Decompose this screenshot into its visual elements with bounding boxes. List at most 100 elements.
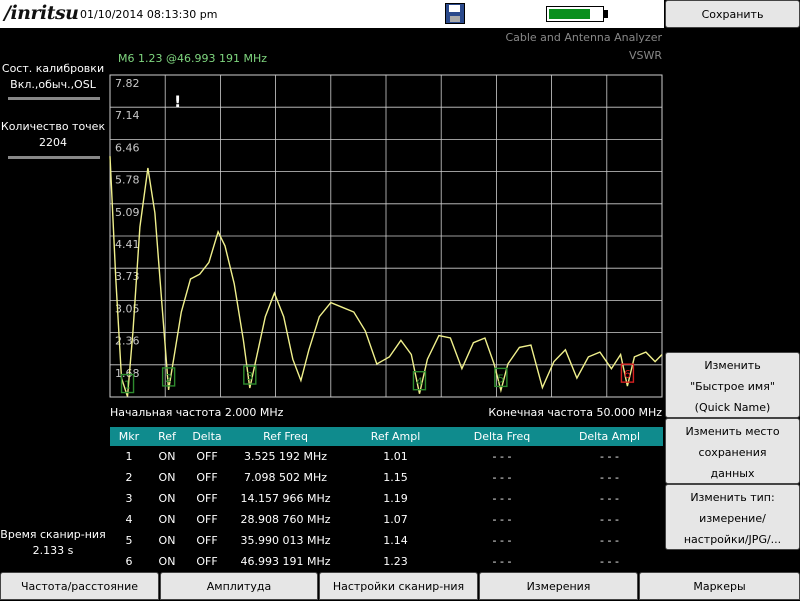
marker-3-label: 3 [246,370,253,383]
table-cell: 7.098 502 MHz [243,471,327,484]
change-save-location-button[interactable]: Изменить место сохранения данных [665,418,800,484]
table-cell: OFF [196,513,218,526]
marker-4-label: 4 [416,376,423,389]
y-tick-label: 7.14 [115,109,140,122]
table-row[interactable]: 5 ON OFF 35.990 013 MHz 1.14 - - - - - - [110,530,663,551]
table-cell: - - - [600,534,619,547]
table-cell: - - - [600,450,619,463]
tab-measurements[interactable]: Измерения [479,572,638,600]
table-cell: ON [158,471,176,484]
table-cell: ON [158,534,176,547]
table-cell: - - - [600,471,619,484]
table-cell: OFF [196,450,218,463]
status-bar: /inritsu 01/10/2014 08:13:30 pm [0,0,664,28]
marker-1-label: 1 [124,379,131,392]
table-cell: 1.07 [383,513,408,526]
y-tick-label: 7.82 [115,77,140,90]
quick-name-line-2: "Быстрое имя" [690,380,775,393]
table-header-cell: Delta Ampl [578,430,641,443]
table-cell: - - - [600,555,619,568]
table-row[interactable]: 2 ON OFF 7.098 502 MHz 1.15 - - - - - - [110,467,663,488]
table-header-cell: Delta [192,430,222,443]
location-line-1: Изменить место [685,425,780,438]
table-cell: 28.908 760 MHz [240,513,331,526]
marker-6-label: 6 [624,368,631,381]
table-cell: - - - [492,513,512,526]
table-cell: 14.157 966 MHz [240,492,331,505]
right-softkey-menu: Сохранить Изменить "Быстрое имя" (Quick … [665,0,800,570]
table-cell: 1.15 [383,471,408,484]
tab-markers[interactable]: Маркеры [639,572,800,600]
table-header-cell: Mkr [118,430,140,443]
table-cell: - - - [492,534,512,547]
table-cell: - - - [492,450,512,463]
tab-sweep-settings[interactable]: Настройки сканир-ния [319,572,478,600]
table-cell: OFF [196,555,218,568]
table-cell: 46.993 191 MHz [240,555,331,568]
table-header-cell: Ref [158,430,176,443]
table-header-cell: Ref Ampl [370,430,421,443]
marker-2-label: 2 [165,372,172,385]
change-quick-name-button[interactable]: Изменить "Быстрое имя" (Quick Name) [665,352,800,418]
location-line-3: данных [710,467,755,480]
table-row[interactable]: 6 ON OFF 46.993 191 MHz 1.23 - - - - - - [110,551,663,570]
vswr-plot[interactable]: 7.827.146.465.785.094.413.733.052.361.68… [108,73,664,399]
table-cell: ON [158,492,176,505]
marker-readout: M6 1.23 @46.993 191 MHz [118,52,267,65]
calibration-label: Сост. калибровки [1,62,105,75]
table-body: 1 ON OFF 3.525 192 MHz 1.01 - - - - - - 2 ON OFF 7… [110,446,663,570]
floppy-disk-icon [445,3,465,24]
marker-table: Mkr Ref Delta Ref Freq Ref Ampl Delta Freq Del… [110,427,663,570]
y-tick-label: 3.05 [115,302,140,315]
table-cell: 1 [125,450,133,463]
cursor-glyph: ! [174,92,181,111]
anritsu-logo: /inritsu [4,2,79,24]
table-cell: - - - [492,471,512,484]
table-cell: - - - [492,555,512,568]
table-cell: 1.01 [383,450,408,463]
bottom-menu-bar: Частота/расстояние Амплитуда Настройки с… [0,572,800,600]
start-frequency[interactable]: Начальная частота 2.000 MHz [110,406,283,419]
sweep-time: Время сканир-ния 2.133 s [0,527,106,559]
measurement-mode: VSWR [628,49,662,62]
y-tick-label: 5.78 [115,174,140,187]
table-header-row: Mkr Ref Delta Ref Freq Ref Ampl Delta Freq Del… [110,427,663,446]
separator [8,97,100,100]
sweep-time-value: 2.133 s [32,544,74,557]
calibration-status: Сост. калибровки Вкл.,обыч.,OSL [0,61,106,93]
type-line-1: Изменить тип: [690,491,775,504]
table-cell: ON [158,513,176,526]
tab-amplitude[interactable]: Амплитуда [160,572,318,600]
location-line-2: сохранения [698,446,767,459]
table-cell: ON [158,555,176,568]
table-cell: - - - [492,492,512,505]
change-save-type-button[interactable]: Изменить тип: измерение/ настройки/JPG/.… [665,484,800,550]
battery-level-fill [549,9,590,19]
y-tick-label: 4.41 [115,238,140,251]
left-info-panel: Сост. калибровки Вкл.,обыч.,OSL Количест… [0,28,106,570]
table-cell: 3 [125,492,133,505]
table-row[interactable]: 4 ON OFF 28.908 760 MHz 1.07 - - - - - - [110,509,663,530]
table-cell: 6 [125,555,133,568]
quick-name-line-3: (Quick Name) [694,401,771,414]
point-count: Количество точек 2204 [0,119,106,151]
table-cell: 1.14 [383,534,408,547]
points-label: Количество точек [0,120,106,133]
y-tick-label: 6.46 [115,141,140,154]
battery-tip [604,10,608,18]
table-header-cell: Delta Freq [473,430,531,443]
table-cell: 4 [125,513,133,526]
save-menu-title-button[interactable]: Сохранить [665,0,800,28]
type-line-3: настройки/JPG/... [683,533,782,546]
stop-frequency[interactable]: Конечная частота 50.000 MHz [488,406,662,419]
battery-icon [546,6,604,22]
tab-frequency-distance[interactable]: Частота/расстояние [0,572,159,600]
marker-5-label: 5 [497,372,504,385]
y-tick-label: 5.09 [115,206,140,219]
table-cell: OFF [196,471,218,484]
table-row[interactable]: 3 ON OFF 14.157 966 MHz 1.19 - - - - - - [110,488,663,509]
table-row[interactable]: 1 ON OFF 3.525 192 MHz 1.01 - - - - - - [110,446,663,467]
table-header-cell: Ref Freq [263,430,308,443]
table-cell: 3.525 192 MHz [243,450,327,463]
quick-name-line-1: Изменить [704,359,761,372]
